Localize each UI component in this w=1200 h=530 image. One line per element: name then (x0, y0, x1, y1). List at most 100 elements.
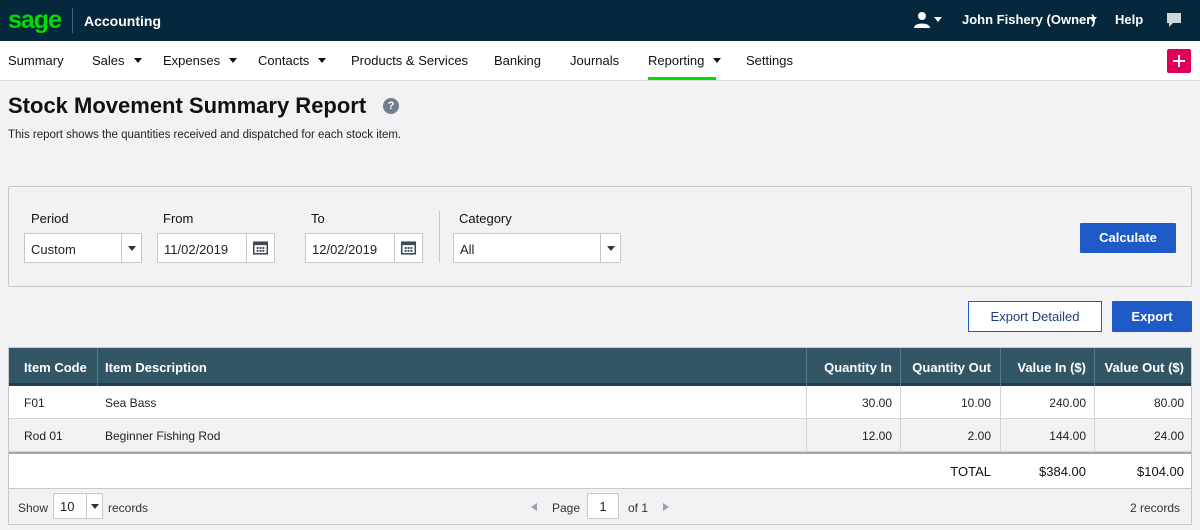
filter-panel: Period Custom From 11/02/2019 To 12/02/2… (8, 186, 1192, 287)
column-divider (900, 386, 901, 419)
record-count: 2 records (1130, 501, 1181, 515)
nav-label: Products & Services (351, 53, 469, 68)
total-value-out: $104.00 (1137, 464, 1184, 479)
nav-label: Expenses (163, 53, 221, 68)
page-title: Stock Movement Summary Report (8, 93, 367, 118)
column-divider (1000, 348, 1001, 386)
nav-item-journals[interactable]: Journals (570, 53, 619, 68)
active-nav-indicator (648, 77, 716, 80)
chevron-down-icon[interactable] (600, 234, 620, 262)
cell-value-out: 80.00 (1153, 396, 1184, 410)
previous-page-icon[interactable] (531, 503, 537, 511)
header-value-out[interactable]: Value Out ($) (1097, 360, 1184, 375)
cell-quantity-in: 30.00 (861, 396, 892, 410)
filter-divider (439, 211, 440, 263)
period-label: Period (31, 211, 69, 226)
category-select[interactable]: All (453, 233, 621, 263)
table-header: Item Code Item Description Quantity In Q… (9, 348, 1191, 386)
chevron-down-icon[interactable] (1089, 17, 1097, 22)
nav-label: Contacts (258, 53, 310, 68)
from-date-input[interactable]: 11/02/2019 (157, 233, 275, 263)
chevron-down-icon (133, 58, 142, 63)
nav-label: Banking (494, 53, 541, 68)
calculate-button[interactable]: Calculate (1080, 223, 1176, 253)
table-row[interactable]: Rod 01 Beginner Fishing Rod 12.00 2.00 1… (9, 419, 1191, 452)
chevron-down-icon (713, 58, 722, 63)
sage-logo[interactable]: sage (8, 6, 62, 35)
column-divider (1094, 419, 1095, 452)
export-button[interactable]: Export (1112, 301, 1192, 332)
nav-item-contacts[interactable]: Contacts (258, 53, 327, 68)
nav-item-products-services[interactable]: Products & Services (351, 53, 468, 68)
header-item-code[interactable]: Item Code (24, 360, 87, 375)
cell-value-in: 240.00 (1049, 396, 1086, 410)
cell-quantity-in: 12.00 (861, 429, 892, 443)
chevron-down-icon[interactable] (121, 234, 141, 262)
page-number-input[interactable]: 1 (587, 493, 619, 519)
nav-item-settings[interactable]: Settings (746, 53, 793, 68)
help-link[interactable]: Help (1115, 12, 1143, 27)
cell-quantity-out: 10.00 (960, 396, 991, 410)
topbar-divider (72, 8, 73, 33)
column-divider (1094, 348, 1095, 386)
records-per-page-value: 10 (60, 499, 75, 514)
chevron-down-icon[interactable] (86, 494, 102, 518)
to-date-input[interactable]: 12/02/2019 (305, 233, 423, 263)
nav-item-summary[interactable]: Summary (8, 53, 64, 68)
user-menu[interactable]: John Fishery (Owner) (962, 12, 1096, 27)
page-label: Page (552, 501, 581, 515)
cell-item-description: Sea Bass (105, 396, 157, 410)
to-date-value: 12/02/2019 (312, 242, 378, 257)
calendar-icon[interactable] (394, 234, 422, 262)
total-row: TOTAL $384.00 $104.00 (9, 454, 1191, 488)
column-divider (806, 386, 807, 419)
nav-label: Reporting (648, 53, 705, 68)
column-divider (1000, 419, 1001, 452)
chevron-down-icon[interactable] (934, 17, 942, 22)
quick-create-button[interactable] (1167, 49, 1191, 73)
next-page-icon[interactable] (663, 503, 669, 511)
export-detailed-button[interactable]: Export Detailed (968, 301, 1102, 332)
records-per-page-select[interactable]: 10 (53, 493, 103, 519)
user-icon[interactable] (913, 11, 931, 29)
page-description: This report shows the quantities receive… (8, 129, 402, 141)
nav-item-reporting[interactable]: Reporting (648, 53, 722, 68)
cell-item-description: Beginner Fishing Rod (105, 429, 221, 443)
header-quantity-in[interactable]: Quantity In (809, 360, 892, 375)
header-value-in[interactable]: Value In ($) (1003, 360, 1086, 375)
help-icon[interactable]: ? (383, 98, 399, 114)
nav-item-sales[interactable]: Sales (92, 53, 142, 68)
cell-item-code: F01 (24, 396, 45, 410)
table-footer: Show 10 records Page 1 of 1 2 records (9, 488, 1191, 524)
total-value-in: $384.00 (1039, 464, 1086, 479)
calendar-icon[interactable] (246, 234, 274, 262)
top-bar: sage Accounting John Fishery (Owner) Hel… (0, 0, 1200, 41)
chevron-down-icon (318, 58, 327, 63)
column-divider (900, 419, 901, 452)
column-divider (1094, 386, 1095, 419)
cell-quantity-out: 2.00 (967, 429, 991, 443)
from-label: From (163, 211, 194, 226)
header-quantity-out[interactable]: Quantity Out (903, 360, 991, 375)
column-divider (806, 419, 807, 452)
app-name[interactable]: Accounting (84, 13, 161, 29)
cell-value-in: 144.00 (1049, 429, 1086, 443)
chevron-down-icon (229, 58, 238, 63)
table-row[interactable]: F01 Sea Bass 30.00 10.00 240.00 80.00 (9, 386, 1191, 419)
chat-icon[interactable] (1165, 11, 1183, 29)
column-divider (97, 348, 98, 386)
from-date-value: 11/02/2019 (164, 242, 229, 257)
to-label: To (311, 211, 325, 226)
header-item-description[interactable]: Item Description (105, 360, 207, 375)
column-divider (806, 348, 807, 386)
nav-item-banking[interactable]: Banking (494, 53, 541, 68)
nav-label: Journals (570, 53, 620, 68)
nav-item-expenses[interactable]: Expenses (163, 53, 238, 68)
stock-movement-table: Item Code Item Description Quantity In Q… (8, 347, 1192, 525)
period-select[interactable]: Custom (24, 233, 142, 263)
total-label: TOTAL (950, 464, 991, 479)
page-number-value: 1 (599, 499, 607, 514)
cell-value-out: 24.00 (1153, 429, 1184, 443)
category-label: Category (459, 211, 512, 226)
column-divider (900, 348, 901, 386)
